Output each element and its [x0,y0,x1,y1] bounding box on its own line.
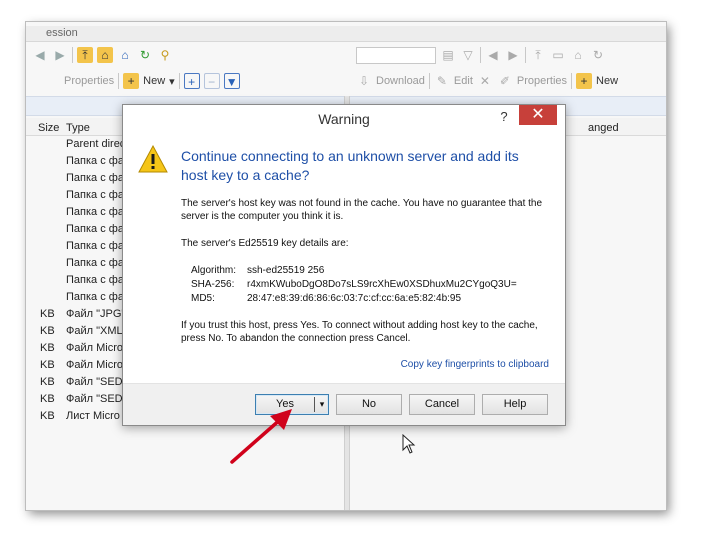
toolbar-separator [571,73,573,89]
help-icon[interactable]: ? [497,109,511,124]
delete-icon[interactable]: ✕ [477,73,493,89]
root-folder-icon[interactable]: ⌂ [97,47,113,63]
toolbar-separator [428,73,430,89]
size-column-header[interactable]: Size [38,122,59,134]
back-icon[interactable]: ◀ [485,47,501,63]
file-type: Файл "JPG" [66,308,126,320]
file-type: Папка с фа [66,291,124,303]
download-button[interactable]: Download [376,75,425,87]
file-type: Папка с фа [66,189,124,201]
sha256-label: SHA-256: [191,279,235,290]
find-files-icon[interactable]: ⚲ [157,47,173,63]
toolbar-separator [118,73,120,89]
warning-dialog: Warning ? ✕ Continue connecting to an un… [122,104,566,426]
forward-icon[interactable]: ▶ [505,47,521,63]
file-type: Файл "SEDE [66,393,130,405]
dialog-titlebar: Warning ? ✕ [123,105,565,133]
filter-icon[interactable]: ▽ [460,47,476,63]
file-type: Лист Micro [66,410,120,422]
new-folder-icon[interactable]: + [576,73,593,89]
new-dropdown-icon[interactable]: ▾ [169,75,175,88]
right-navigation-toolbar: ▤ ▽ ◀ ▶ ⤒ ▭ ⌂ ↻ [350,44,666,66]
host-key-not-found-text: The server's host key was not found in t… [181,198,543,222]
algorithm-label: Algorithm: [191,265,237,276]
file-type: Папка с фа [66,172,124,184]
file-type: Parent direc [66,138,126,150]
unselect-icon[interactable]: − [203,73,220,89]
file-type: Папка с фа [66,206,124,218]
new-folder-icon[interactable]: + [123,73,140,89]
refresh-icon[interactable]: ↻ [590,47,606,63]
properties-button[interactable]: Properties [64,75,114,87]
key-details-label: The server's Ed25519 key details are: [181,238,349,249]
no-button[interactable]: No [336,394,402,415]
key-details-list: Algorithm: ssh-ed25519 256 SHA-256: r4xm… [191,264,561,305]
sha256-value: r4xmKWuboDgO8Do7sLS9rcXhEw0XSDhuxMu2CYgo… [247,279,517,290]
file-size: KB [40,325,55,337]
select-all-icon[interactable]: + [183,73,200,89]
back-icon[interactable]: ◀ [32,47,48,63]
file-size: KB [40,308,55,320]
help-button[interactable]: Help [482,394,548,415]
open-directory-icon[interactable]: ▤ [440,47,456,63]
download-icon[interactable]: ⇩ [356,73,372,89]
md5-label: MD5: [191,293,215,304]
refresh-icon[interactable]: ↻ [137,47,153,63]
toolbar-separator [480,47,481,63]
dialog-heading: Continue connecting to an unknown server… [181,148,519,183]
file-type: Папка с фа [66,155,124,167]
parent-folder-icon[interactable]: ⤒ [530,47,546,63]
edit-button[interactable]: Edit [454,75,473,87]
file-type: Файл "SEDE [66,376,130,388]
screenshot-frame: ession ◀ ▶ ⤒ ⌂ ⌂ ↻ ⚲ Properties + New ▾ … [26,22,666,510]
parent-folder-icon[interactable]: ⤒ [77,47,93,63]
left-navigation-toolbar: ◀ ▶ ⤒ ⌂ ⌂ ↻ ⚲ [26,44,344,66]
file-size: KB [40,410,55,422]
window-titlebar: ession [26,26,666,42]
warning-icon [138,145,168,173]
filter-icon[interactable]: ▼ [223,73,240,89]
copy-fingerprints-link[interactable]: Copy key fingerprints to clipboard [401,359,549,370]
file-size: KB [40,359,55,371]
split-divider [314,397,315,412]
changed-column-header[interactable]: anged [588,122,619,134]
yes-dropdown-icon[interactable]: ▾ [317,395,327,414]
edit-icon[interactable]: ✎ [434,73,450,89]
file-size: KB [40,393,55,405]
home-icon[interactable]: ⌂ [117,47,133,63]
file-type: Файл Micro [66,342,123,354]
md5-value: 28:47:e8:39:d6:86:6c:03:7c:cf:cc:6a:e5:8… [247,293,462,304]
file-type: Файл Micro [66,359,123,371]
algorithm-value: ssh-ed25519 256 [247,265,325,276]
cancel-button[interactable]: Cancel [409,394,475,415]
type-column-header[interactable]: Type [66,122,90,134]
left-file-toolbar: Properties + New ▾ + − ▼ [26,70,344,92]
toolbar-separator [72,47,73,63]
properties-button[interactable]: Properties [517,75,567,87]
right-file-toolbar: ⇩ Download ✎ Edit ✕ ✐ Properties + New [350,70,666,92]
forward-icon[interactable]: ▶ [52,47,68,63]
toolbar-separator [178,73,180,89]
annotation-arrow-icon [230,409,292,464]
root-folder-icon[interactable]: ▭ [550,47,566,63]
file-type: Папка с фа [66,240,124,252]
dialog-body: The server's host key was not found in t… [181,197,561,359]
close-button[interactable]: ✕ [519,105,557,125]
toolbar-separator [525,47,526,63]
file-size: KB [40,342,55,354]
home-icon[interactable]: ⌂ [570,47,586,63]
rename-icon[interactable]: ✐ [497,73,513,89]
new-button[interactable]: New [143,75,165,87]
window-title: ession [46,27,78,39]
file-type: Папка с фа [66,274,124,286]
trust-instructions-text: If you trust this host, press Yes. To co… [181,320,538,344]
file-type: Файл "XML [66,325,123,337]
dialog-button-bar: Yes ▾ No Cancel Help [123,383,565,425]
mouse-cursor-icon [402,434,416,454]
file-type: Папка с фа [66,257,124,269]
file-size: KB [40,376,55,388]
file-type: Папка с фа [66,223,124,235]
new-button[interactable]: New [596,75,618,87]
remote-path-dropdown[interactable] [356,46,436,64]
